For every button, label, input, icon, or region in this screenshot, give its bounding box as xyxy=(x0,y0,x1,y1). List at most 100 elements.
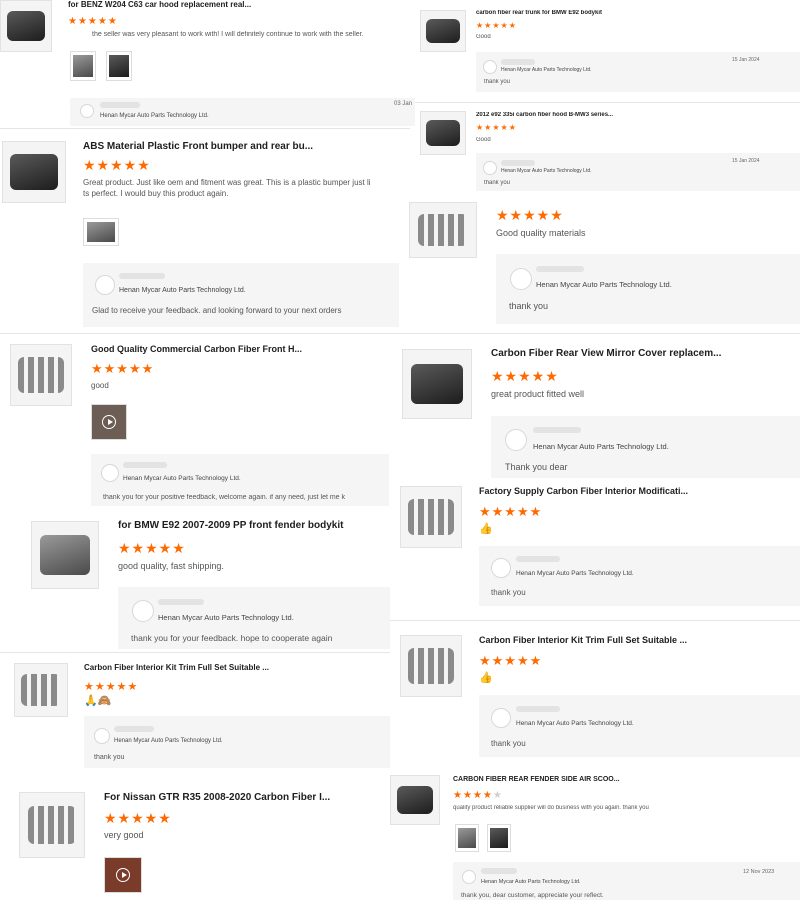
review-card: CARBON FIBER REAR FENDER SIDE AIR SCOO..… xyxy=(390,770,800,900)
avatar xyxy=(483,161,497,175)
product-title[interactable]: ABS Material Plastic Front bumper and re… xyxy=(83,141,323,152)
avatar xyxy=(491,708,511,728)
avatar xyxy=(505,429,527,451)
avatar xyxy=(101,464,119,482)
reply-text: thank you xyxy=(94,754,125,761)
star-rating: ★★★★★ xyxy=(68,16,118,27)
seller-reply: Henan Mycar Auto Parts Technology Ltd. 1… xyxy=(476,52,800,92)
seller-reply: Henan Mycar Auto Parts Technology Ltd. t… xyxy=(479,695,800,757)
review-card: 2012 e92 335i carbon fiber hood B-MW3 se… xyxy=(415,102,800,192)
avatar xyxy=(462,870,476,884)
seller-name: Henan Mycar Auto Parts Technology Ltd. xyxy=(536,280,672,289)
review-photo[interactable] xyxy=(106,51,132,81)
seller-name: Henan Mycar Auto Parts Technology Ltd. xyxy=(158,613,294,622)
reply-date: 12 Nov 2023 xyxy=(743,869,775,875)
review-photo[interactable] xyxy=(455,824,479,852)
product-title[interactable]: Carbon Fiber Interior Kit Trim Full Set … xyxy=(84,663,284,672)
seller-reply: Henan Mycar Auto Parts Technology Ltd. t… xyxy=(84,716,400,768)
star-rating: ★★★★★ xyxy=(491,368,559,384)
review-photo[interactable] xyxy=(70,51,96,81)
star-rating: ★★★★★ xyxy=(453,790,503,801)
seller-name: Henan Mycar Auto Parts Technology Ltd. xyxy=(533,442,669,451)
avatar xyxy=(510,268,532,290)
seller-reply: Henan Mycar Auto Parts Technology Ltd. G… xyxy=(83,263,399,327)
avatar xyxy=(94,728,110,744)
avatar xyxy=(491,558,511,578)
reviewer-name-blurred xyxy=(516,556,560,562)
reviewer-name-blurred xyxy=(516,706,560,712)
avatar xyxy=(80,104,94,118)
reply-text: thank you, dear customer, appreciate you… xyxy=(461,892,604,899)
star-rating: ★★★★★ xyxy=(479,653,543,668)
product-thumbnail[interactable] xyxy=(400,635,462,697)
review-text: Good quality materials xyxy=(496,228,586,238)
review-card: Factory Supply Carbon Fiber Interior Mod… xyxy=(390,478,800,620)
product-title[interactable]: for BENZ W204 C63 car hood replacement r… xyxy=(68,0,308,9)
product-thumbnail[interactable] xyxy=(14,663,68,717)
reply-text: thank you xyxy=(491,588,526,597)
seller-reply: Henan Mycar Auto Parts Technology Ltd. 0… xyxy=(70,98,415,126)
reviewer-name-blurred xyxy=(123,462,167,468)
reviewer-name-blurred xyxy=(536,266,584,272)
avatar xyxy=(132,600,154,622)
reviewer-name-blurred xyxy=(114,726,154,732)
seller-reply: Henan Mycar Auto Parts Technology Ltd. t… xyxy=(118,587,400,649)
product-thumbnail[interactable] xyxy=(0,0,52,52)
star-rating: ★★★★★ xyxy=(476,123,517,132)
seller-name: Henan Mycar Auto Parts Technology Ltd. xyxy=(100,113,209,119)
reply-text: thank you for your positive feedback, we… xyxy=(103,494,346,501)
avatar xyxy=(483,60,497,74)
star-rating: ★★★★★ xyxy=(84,681,139,693)
review-photo[interactable] xyxy=(83,218,119,246)
product-thumbnail[interactable] xyxy=(10,344,72,406)
review-card: ★★★★★ Good quality materials Henan Mycar… xyxy=(405,192,800,333)
review-text: Good xyxy=(476,34,491,40)
reviewer-name-blurred xyxy=(533,427,581,433)
review-card: for BENZ W204 C63 car hood replacement r… xyxy=(0,0,415,128)
star-rating: ★★★★★ xyxy=(83,157,151,173)
review-text: great product fitted well xyxy=(491,389,585,399)
product-thumbnail[interactable] xyxy=(402,349,472,419)
seller-name: Henan Mycar Auto Parts Technology Ltd. xyxy=(114,738,223,744)
seller-reply: Henan Mycar Auto Parts Technology Ltd. T… xyxy=(491,416,800,478)
product-thumbnail[interactable] xyxy=(409,202,477,258)
product-thumbnail[interactable] xyxy=(2,141,66,203)
product-title[interactable]: For Nissan GTR R35 2008-2020 Carbon Fibe… xyxy=(104,792,334,803)
product-title[interactable]: for BMW E92 2007-2009 PP front fender bo… xyxy=(118,520,378,531)
reviewer-name-blurred xyxy=(100,102,140,108)
star-rating: ★★★★★ xyxy=(104,810,172,826)
product-title[interactable]: Factory Supply Carbon Fiber Interior Mod… xyxy=(479,486,719,496)
review-text: the seller was very pleasant to work wit… xyxy=(92,31,364,38)
reply-text: thank you xyxy=(484,180,511,186)
product-thumbnail[interactable] xyxy=(400,486,462,548)
review-card: Carbon Fiber Interior Kit Trim Full Set … xyxy=(0,652,400,777)
seller-reply: Henan Mycar Auto Parts Technology Ltd. t… xyxy=(496,254,800,324)
review-video[interactable] xyxy=(104,857,142,893)
review-photo[interactable] xyxy=(487,824,511,852)
product-title[interactable]: CARBON FIBER REAR FENDER SIDE AIR SCOO..… xyxy=(453,776,673,783)
product-thumbnail[interactable] xyxy=(420,111,466,155)
reply-date: 03 Jan xyxy=(394,101,413,107)
product-title[interactable]: carbon fiber rear trunk for BMW E92 body… xyxy=(476,10,676,16)
avatar xyxy=(95,275,115,295)
product-thumbnail[interactable] xyxy=(420,10,466,52)
review-text: very good xyxy=(104,830,144,840)
product-title[interactable]: 2012 e92 335i carbon fiber hood B-MW3 se… xyxy=(476,112,676,118)
reply-text: thank you xyxy=(484,79,511,85)
review-video[interactable] xyxy=(91,404,127,440)
review-card: for BMW E92 2007-2009 PP front fender bo… xyxy=(28,508,400,652)
product-title[interactable]: Carbon Fiber Interior Kit Trim Full Set … xyxy=(479,635,719,645)
product-title[interactable]: Good Quality Commercial Carbon Fiber Fro… xyxy=(91,344,321,354)
reply-date: 15 Jan 2024 xyxy=(732,158,760,164)
seller-reply: Henan Mycar Auto Parts Technology Ltd. t… xyxy=(91,454,389,506)
review-text: good quality, fast shipping. xyxy=(118,561,224,571)
product-thumbnail[interactable] xyxy=(19,792,85,858)
review-text: quality product reliable supplier will d… xyxy=(453,805,649,811)
reply-text: Glad to receive your feedback. and looki… xyxy=(92,306,342,315)
reviewer-name-blurred xyxy=(119,273,165,279)
seller-name: Henan Mycar Auto Parts Technology Ltd. xyxy=(501,168,592,174)
product-thumbnail[interactable] xyxy=(31,521,99,589)
product-thumbnail[interactable] xyxy=(390,775,440,825)
product-title[interactable]: Carbon Fiber Rear View Mirror Cover repl… xyxy=(491,348,751,359)
star-rating: ★★★★★ xyxy=(118,540,186,556)
